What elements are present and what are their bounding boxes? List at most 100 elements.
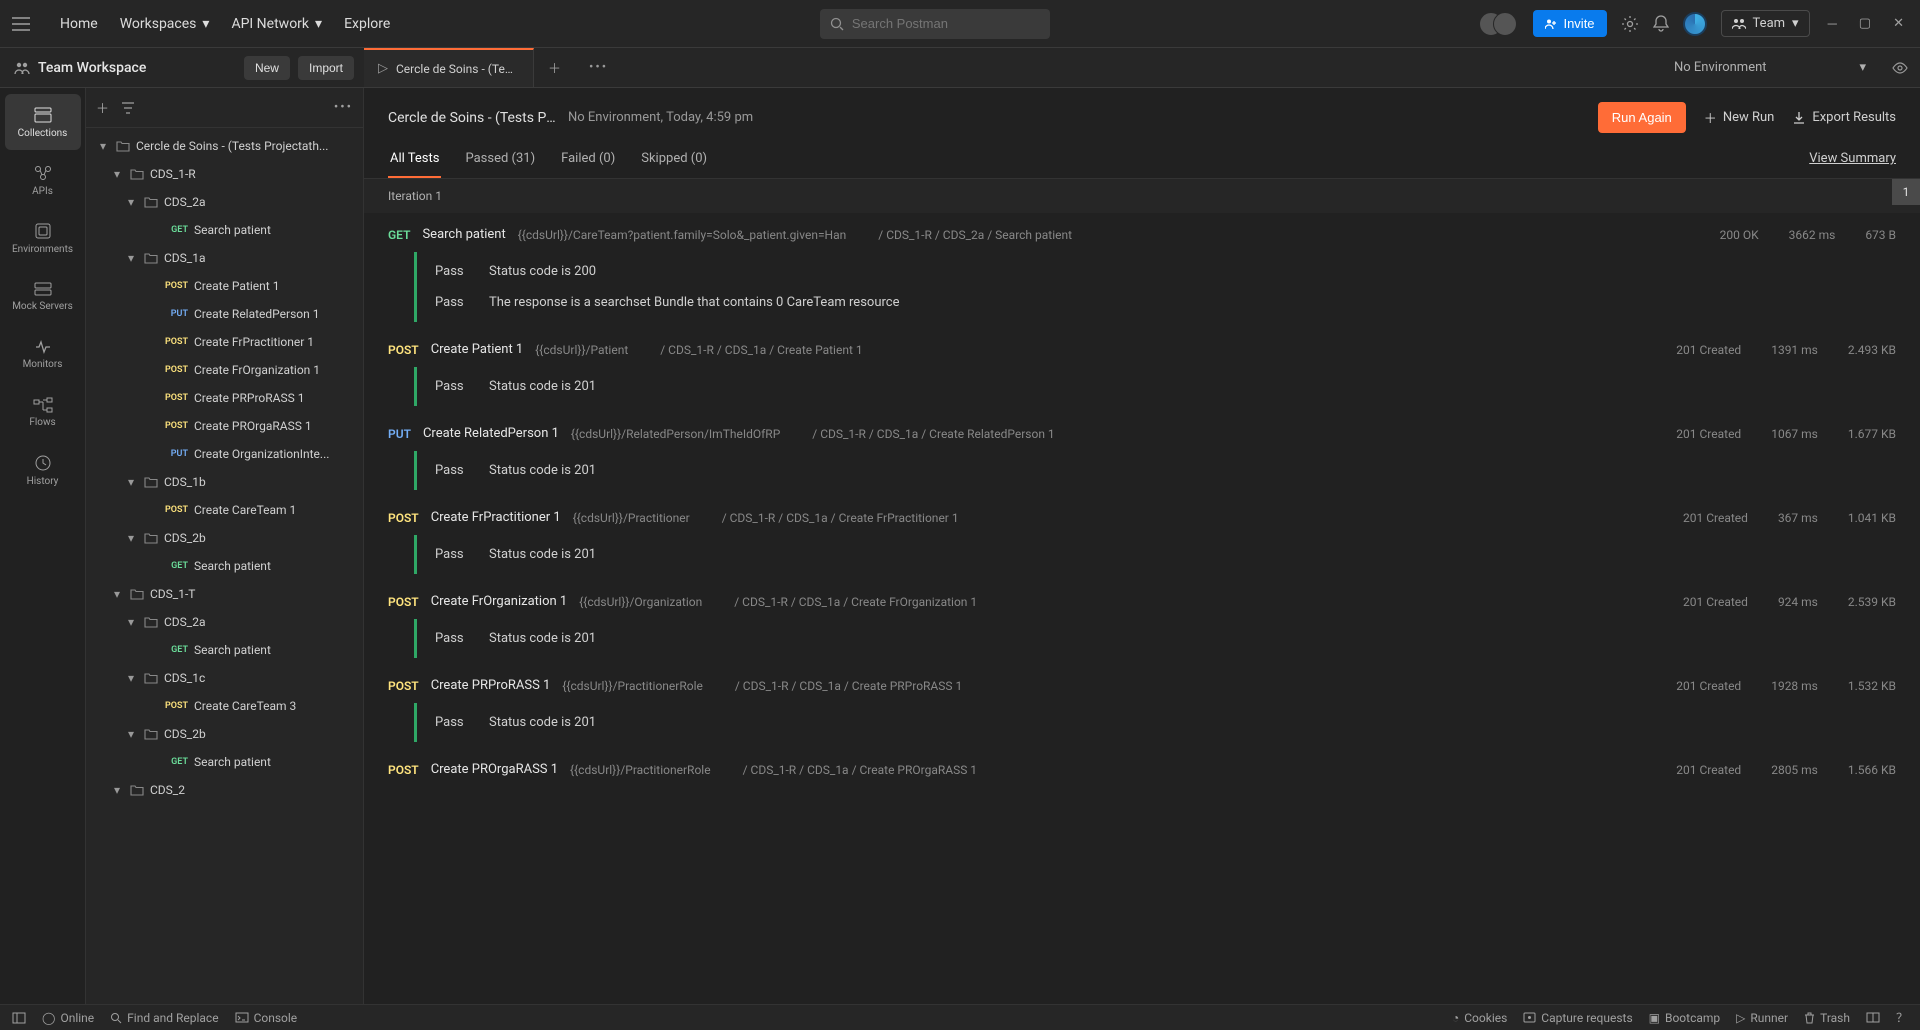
tree-folder[interactable]: CDS_2a (86, 188, 363, 216)
nav-explore[interactable]: Explore (344, 16, 390, 32)
tree-folder[interactable]: CDS_2b (86, 524, 363, 552)
sidebar-toggle-icon[interactable] (12, 1012, 26, 1024)
window-maximize-icon[interactable]: ▢ (1855, 12, 1875, 35)
result-header[interactable]: PUTCreate RelatedPerson 1{{cdsUrl}}/Rela… (388, 426, 1896, 441)
tree-request[interactable]: GETSearch patient (86, 552, 363, 580)
tree-request[interactable]: POSTCreate PRProRASS 1 (86, 384, 363, 412)
team-dropdown[interactable]: Team ▾ (1721, 10, 1810, 37)
sidebar-options-icon[interactable]: ••• (334, 100, 353, 115)
assertion-message: Status code is 201 (489, 463, 596, 478)
result-header[interactable]: GETSearch patient{{cdsUrl}}/CareTeam?pat… (388, 227, 1896, 242)
rail-monitors[interactable]: Monitors (5, 326, 81, 382)
export-results-button[interactable]: Export Results (1792, 110, 1896, 125)
invite-button[interactable]: Invite (1533, 10, 1606, 37)
import-button[interactable]: Import (298, 56, 354, 80)
tab-skipped[interactable]: Skipped (0) (639, 143, 709, 178)
tree-request[interactable]: PUTCreate RelatedPerson 1 (86, 300, 363, 328)
request-name: Create PROrgaRASS 1 (431, 762, 558, 777)
find-replace-button[interactable]: Find and Replace (110, 1011, 218, 1025)
trash-button[interactable]: Trash (1804, 1009, 1850, 1026)
nav-workspaces[interactable]: Workspaces▾ (120, 16, 210, 32)
tree-request[interactable]: GETSearch patient (86, 636, 363, 664)
postman-logo-icon[interactable] (1683, 12, 1707, 36)
tree-folder[interactable]: CDS_2a (86, 608, 363, 636)
open-tab[interactable]: ▷ Cercle de Soins - (Tests P (364, 48, 534, 87)
tree-label: Create CareTeam 1 (194, 503, 296, 517)
tab-options-icon[interactable]: ••• (575, 60, 622, 75)
tree-request[interactable]: POSTCreate CareTeam 3 (86, 692, 363, 720)
runner-button[interactable]: ▷Runner (1736, 1009, 1788, 1026)
result-block: POSTCreate PROrgaRASS 1{{cdsUrl}}/Practi… (364, 748, 1920, 783)
monitors-icon (34, 339, 52, 355)
window-minimize-icon[interactable]: ─ (1824, 12, 1841, 36)
filter-icon[interactable] (121, 102, 135, 114)
method-badge: PUT (158, 309, 188, 319)
rail-apis[interactable]: APIs (5, 152, 81, 208)
help-icon[interactable]: ？ (1896, 1009, 1908, 1026)
cookies-button[interactable]: ◔Cookies (1452, 1009, 1507, 1026)
hamburger-icon[interactable] (12, 17, 30, 31)
tree-request[interactable]: GETSearch patient (86, 216, 363, 244)
nav-home[interactable]: Home (60, 16, 98, 32)
tree-request[interactable]: POSTCreate CareTeam 1 (86, 496, 363, 524)
tree-request[interactable]: GETSearch patient (86, 748, 363, 776)
team-avatars[interactable] (1479, 12, 1519, 36)
tab-failed[interactable]: Failed (0) (559, 143, 617, 178)
tree-folder[interactable]: CDS_2 (86, 776, 363, 804)
chevron-down-icon: ▾ (315, 16, 322, 32)
view-summary-link[interactable]: View Summary (1809, 143, 1896, 178)
workspace-name[interactable]: Team Workspace (38, 60, 146, 76)
new-tab-button[interactable]: ＋ (534, 58, 575, 77)
tab-passed[interactable]: Passed (31) (463, 143, 537, 178)
folder-icon (116, 140, 130, 152)
tree-label: CDS_2b (164, 727, 206, 741)
tab-all-tests[interactable]: All Tests (388, 143, 441, 178)
result-header[interactable]: POSTCreate Patient 1{{cdsUrl}}/Patient/ … (388, 342, 1896, 357)
sync-status[interactable]: ◯Online (42, 1011, 94, 1025)
rail-flows[interactable]: Flows (5, 384, 81, 440)
response-size: 1.532 KB (1848, 679, 1896, 693)
notifications-icon[interactable] (1653, 15, 1669, 33)
create-icon[interactable]: ＋ (96, 98, 109, 117)
tree-request[interactable]: POSTCreate Patient 1 (86, 272, 363, 300)
request-name: Create Patient 1 (431, 342, 524, 357)
global-search[interactable] (820, 9, 1050, 39)
run-again-button[interactable]: Run Again (1598, 102, 1686, 133)
console-button[interactable]: Console (235, 1011, 298, 1025)
result-header[interactable]: POSTCreate PRProRASS 1{{cdsUrl}}/Practit… (388, 678, 1896, 693)
settings-icon[interactable] (1621, 15, 1639, 33)
window-close-icon[interactable]: ✕ (1889, 12, 1908, 35)
method-badge: POST (158, 365, 188, 375)
result-header[interactable]: POSTCreate PROrgaRASS 1{{cdsUrl}}/Practi… (388, 762, 1896, 777)
tree-request[interactable]: POSTCreate FrPractitioner 1 (86, 328, 363, 356)
capture-button[interactable]: Capture requests (1523, 1009, 1632, 1026)
response-size: 1.677 KB (1848, 427, 1896, 441)
tree-folder[interactable]: CDS_1-R (86, 160, 363, 188)
bootcamp-button[interactable]: ▣Bootcamp (1649, 1009, 1721, 1026)
iteration-badge[interactable]: 1 (1892, 179, 1920, 205)
new-run-button[interactable]: ＋New Run (1704, 108, 1775, 127)
rail-environments[interactable]: Environments (5, 210, 81, 266)
tree-request[interactable]: PUTCreate OrganizationInte... (86, 440, 363, 468)
rail-collections[interactable]: Collections (5, 94, 81, 150)
rail-mockservers[interactable]: Mock Servers (5, 268, 81, 324)
tree-folder[interactable]: CDS_1c (86, 664, 363, 692)
rail-history[interactable]: History (5, 442, 81, 498)
environment-dropdown[interactable]: No Environment ▾ (1660, 60, 1880, 75)
tree-folder[interactable]: CDS_1a (86, 244, 363, 272)
environment-quicklook-icon[interactable] (1880, 62, 1920, 74)
tree-folder[interactable]: CDS_1b (86, 468, 363, 496)
two-pane-icon[interactable] (1866, 1009, 1880, 1026)
result-header[interactable]: POSTCreate FrPractitioner 1{{cdsUrl}}/Pr… (388, 510, 1896, 525)
run-subtitle: No Environment, Today, 4:59 pm (568, 110, 753, 125)
tree-folder[interactable]: CDS_1-T (86, 580, 363, 608)
search-input[interactable] (852, 16, 1040, 31)
nav-api-network[interactable]: API Network▾ (231, 16, 322, 32)
tree-folder[interactable]: CDS_2b (86, 720, 363, 748)
method-badge: GET (158, 225, 188, 235)
new-button[interactable]: New (244, 56, 290, 80)
result-header[interactable]: POSTCreate FrOrganization 1{{cdsUrl}}/Or… (388, 594, 1896, 609)
tree-folder[interactable]: Cercle de Soins - (Tests Projectath... (86, 132, 363, 160)
tree-request[interactable]: POSTCreate PROrgaRASS 1 (86, 412, 363, 440)
tree-request[interactable]: POSTCreate FrOrganization 1 (86, 356, 363, 384)
